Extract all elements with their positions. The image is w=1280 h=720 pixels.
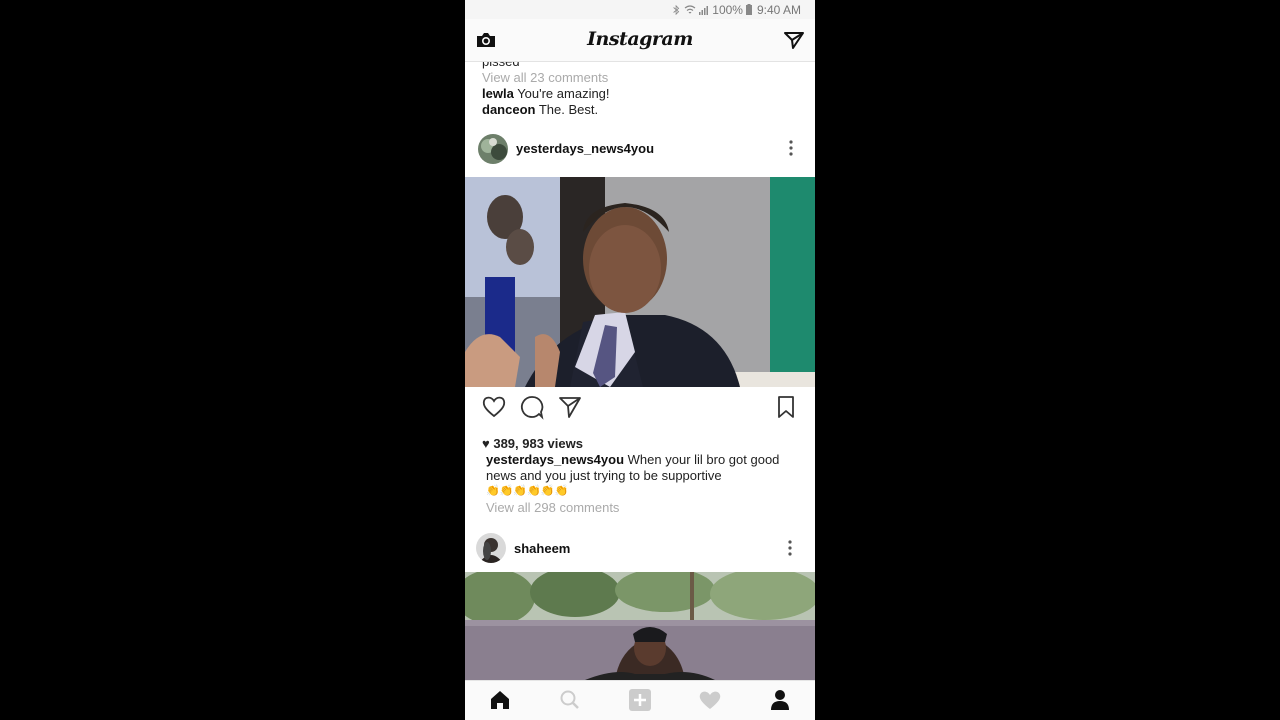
post-header: shaheem [465,525,815,571]
view-count: ♥ 389, 983 views [482,436,583,451]
avatar[interactable] [476,533,506,563]
bookmark-icon[interactable] [773,394,799,420]
status-time: 9:40 AM [756,2,801,17]
battery-icon [745,4,752,15]
direct-message-icon[interactable] [783,30,805,50]
bottom-nav [465,680,815,720]
post-username[interactable]: shaheem [514,541,570,556]
caption-text: When your lil bro got good [627,452,780,467]
caption-line-2: news and you just trying to be supportiv… [486,468,722,483]
more-vertical-icon[interactable] [788,139,794,157]
battery-percent: 100% [712,2,743,17]
heart-icon[interactable] [481,394,507,420]
post-actions [465,394,815,434]
post-image[interactable] [465,572,815,680]
status-bar: 100% 9:40 AM [465,0,815,19]
caption-emoji: 👏👏👏👏👏👏 [486,485,569,497]
send-icon[interactable] [557,394,583,420]
post-header: yesterdays_news4you [465,125,815,171]
comment-icon[interactable] [519,394,545,420]
view-all-comments-link[interactable]: View all 298 comments [486,500,619,515]
app-logo: Instagram [587,28,693,50]
avatar[interactable] [478,134,508,164]
wifi-icon [684,4,696,13]
more-vertical-icon[interactable] [787,539,793,557]
comment-username[interactable]: lewla [482,86,514,101]
add-post-icon[interactable] [628,689,652,711]
caption-line: yesterdays_news4you When your lil bro go… [486,452,779,467]
view-all-comments-link[interactable]: View all 23 comments [482,70,608,85]
previous-caption-tail: pissed [482,62,520,69]
post-username[interactable]: yesterdays_news4you [516,141,654,156]
comment-row: lewla You're amazing! [482,86,610,101]
comment-username[interactable]: danceon [482,102,535,117]
phone-screen: 100% 9:40 AM Instagram pissed View all 2… [465,0,815,720]
feed[interactable]: pissed View all 23 comments lewla You're… [465,62,815,680]
profile-icon[interactable] [768,689,792,711]
comment-text: The. Best. [538,102,599,117]
views-text: 389, 983 views [493,436,583,451]
signal-icon [699,5,709,15]
comment-row: danceon The. Best. [482,102,598,117]
small-heart-icon: ♥ [482,436,490,451]
bluetooth-icon [673,4,680,15]
search-icon[interactable] [558,689,582,711]
home-icon[interactable] [488,689,512,711]
caption-username[interactable]: yesterdays_news4you [486,452,624,467]
comment-text: You're amazing! [517,86,610,101]
activity-heart-icon[interactable] [698,689,722,711]
post-image[interactable] [465,177,815,387]
top-bar: Instagram [465,19,815,62]
